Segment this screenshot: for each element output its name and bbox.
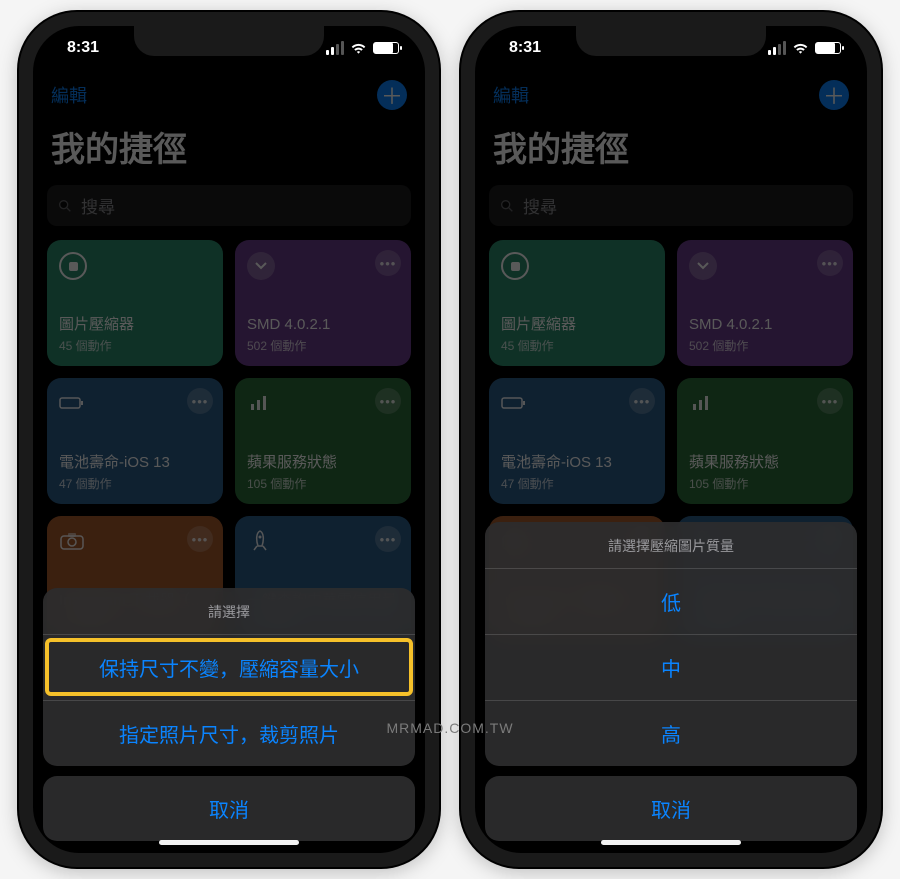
shortcut-card[interactable]: 圖片壓縮器45 個動作 bbox=[489, 240, 665, 366]
edit-button[interactable]: 編輯 bbox=[51, 82, 87, 108]
home-indicator[interactable] bbox=[159, 840, 299, 845]
shortcut-card[interactable]: ••• 蘋果服務狀態105 個動作 bbox=[677, 378, 853, 504]
chevron-down-icon bbox=[247, 252, 275, 280]
more-icon[interactable]: ••• bbox=[629, 388, 655, 414]
more-icon[interactable]: ••• bbox=[817, 388, 843, 414]
sheet-option[interactable]: 中 bbox=[485, 634, 857, 700]
shortcut-card[interactable]: ••• 電池壽命-iOS 1347 個動作 bbox=[489, 378, 665, 504]
battery-icon bbox=[59, 390, 85, 416]
sheet-option[interactable]: 高 bbox=[485, 700, 857, 766]
action-sheet: 請選擇 保持尺寸不變，壓縮容量大小 指定照片尺寸，裁剪照片 取消 bbox=[33, 588, 425, 853]
shortcut-card[interactable]: ••• SMD 4.0.2.1502 個動作 bbox=[677, 240, 853, 366]
shortcut-card[interactable]: 圖片壓縮器45 個動作 bbox=[47, 240, 223, 366]
search-icon bbox=[499, 198, 515, 214]
chart-icon bbox=[247, 390, 273, 416]
shortcut-card[interactable]: ••• 電池壽命-iOS 1347 個動作 bbox=[47, 378, 223, 504]
more-icon[interactable]: ••• bbox=[187, 388, 213, 414]
phone-right: 8:31 編輯 ＋ 我的捷徑 搜尋 圖片壓縮器4 bbox=[461, 12, 881, 867]
stop-icon bbox=[59, 252, 87, 280]
home-indicator[interactable] bbox=[601, 840, 741, 845]
sheet-cancel[interactable]: 取消 bbox=[43, 776, 415, 841]
phone-left: 8:31 編輯 ＋ 我的捷徑 搜尋 圖片壓縮器4 bbox=[19, 12, 439, 867]
add-button[interactable]: ＋ bbox=[377, 80, 407, 110]
notch bbox=[134, 26, 324, 56]
more-icon[interactable]: ••• bbox=[375, 526, 401, 552]
action-sheet: 請選擇壓縮圖片質量 低 中 高 取消 bbox=[475, 522, 867, 853]
edit-button[interactable]: 編輯 bbox=[493, 82, 529, 108]
more-icon[interactable]: ••• bbox=[817, 250, 843, 276]
shortcut-card[interactable]: ••• SMD 4.0.2.1502 個動作 bbox=[235, 240, 411, 366]
shortcut-grid: 圖片壓縮器45 個動作 ••• SMD 4.0.2.1502 個動作 ••• 電… bbox=[33, 240, 425, 642]
shortcut-card[interactable]: ••• 蘋果服務狀態105 個動作 bbox=[235, 378, 411, 504]
more-icon[interactable]: ••• bbox=[375, 250, 401, 276]
sheet-cancel[interactable]: 取消 bbox=[485, 776, 857, 841]
search-icon bbox=[57, 198, 73, 214]
notch bbox=[576, 26, 766, 56]
search-placeholder: 搜尋 bbox=[523, 193, 557, 218]
page-title: 我的捷徑 bbox=[33, 116, 425, 185]
chart-icon bbox=[689, 390, 715, 416]
watermark: MRMAD.COM.TW bbox=[386, 720, 513, 736]
sheet-option[interactable]: 保持尺寸不變，壓縮容量大小 bbox=[43, 634, 415, 700]
search-placeholder: 搜尋 bbox=[81, 193, 115, 218]
screen: 8:31 編輯 ＋ 我的捷徑 搜尋 圖片壓縮器4 bbox=[33, 26, 425, 853]
camera-icon bbox=[59, 528, 85, 554]
sheet-option[interactable]: 指定照片尺寸，裁剪照片 bbox=[43, 700, 415, 766]
sheet-header: 請選擇 bbox=[43, 588, 415, 634]
add-button[interactable]: ＋ bbox=[819, 80, 849, 110]
screen: 8:31 編輯 ＋ 我的捷徑 搜尋 圖片壓縮器4 bbox=[475, 26, 867, 853]
sheet-header: 請選擇壓縮圖片質量 bbox=[485, 522, 857, 568]
sheet-option[interactable]: 低 bbox=[485, 568, 857, 634]
battery-icon bbox=[501, 390, 527, 416]
more-icon[interactable]: ••• bbox=[375, 388, 401, 414]
chevron-down-icon bbox=[689, 252, 717, 280]
page-title: 我的捷徑 bbox=[475, 116, 867, 185]
search-field[interactable]: 搜尋 bbox=[489, 185, 853, 226]
stop-icon bbox=[501, 252, 529, 280]
more-icon[interactable]: ••• bbox=[187, 526, 213, 552]
rocket-icon bbox=[247, 528, 273, 554]
search-field[interactable]: 搜尋 bbox=[47, 185, 411, 226]
